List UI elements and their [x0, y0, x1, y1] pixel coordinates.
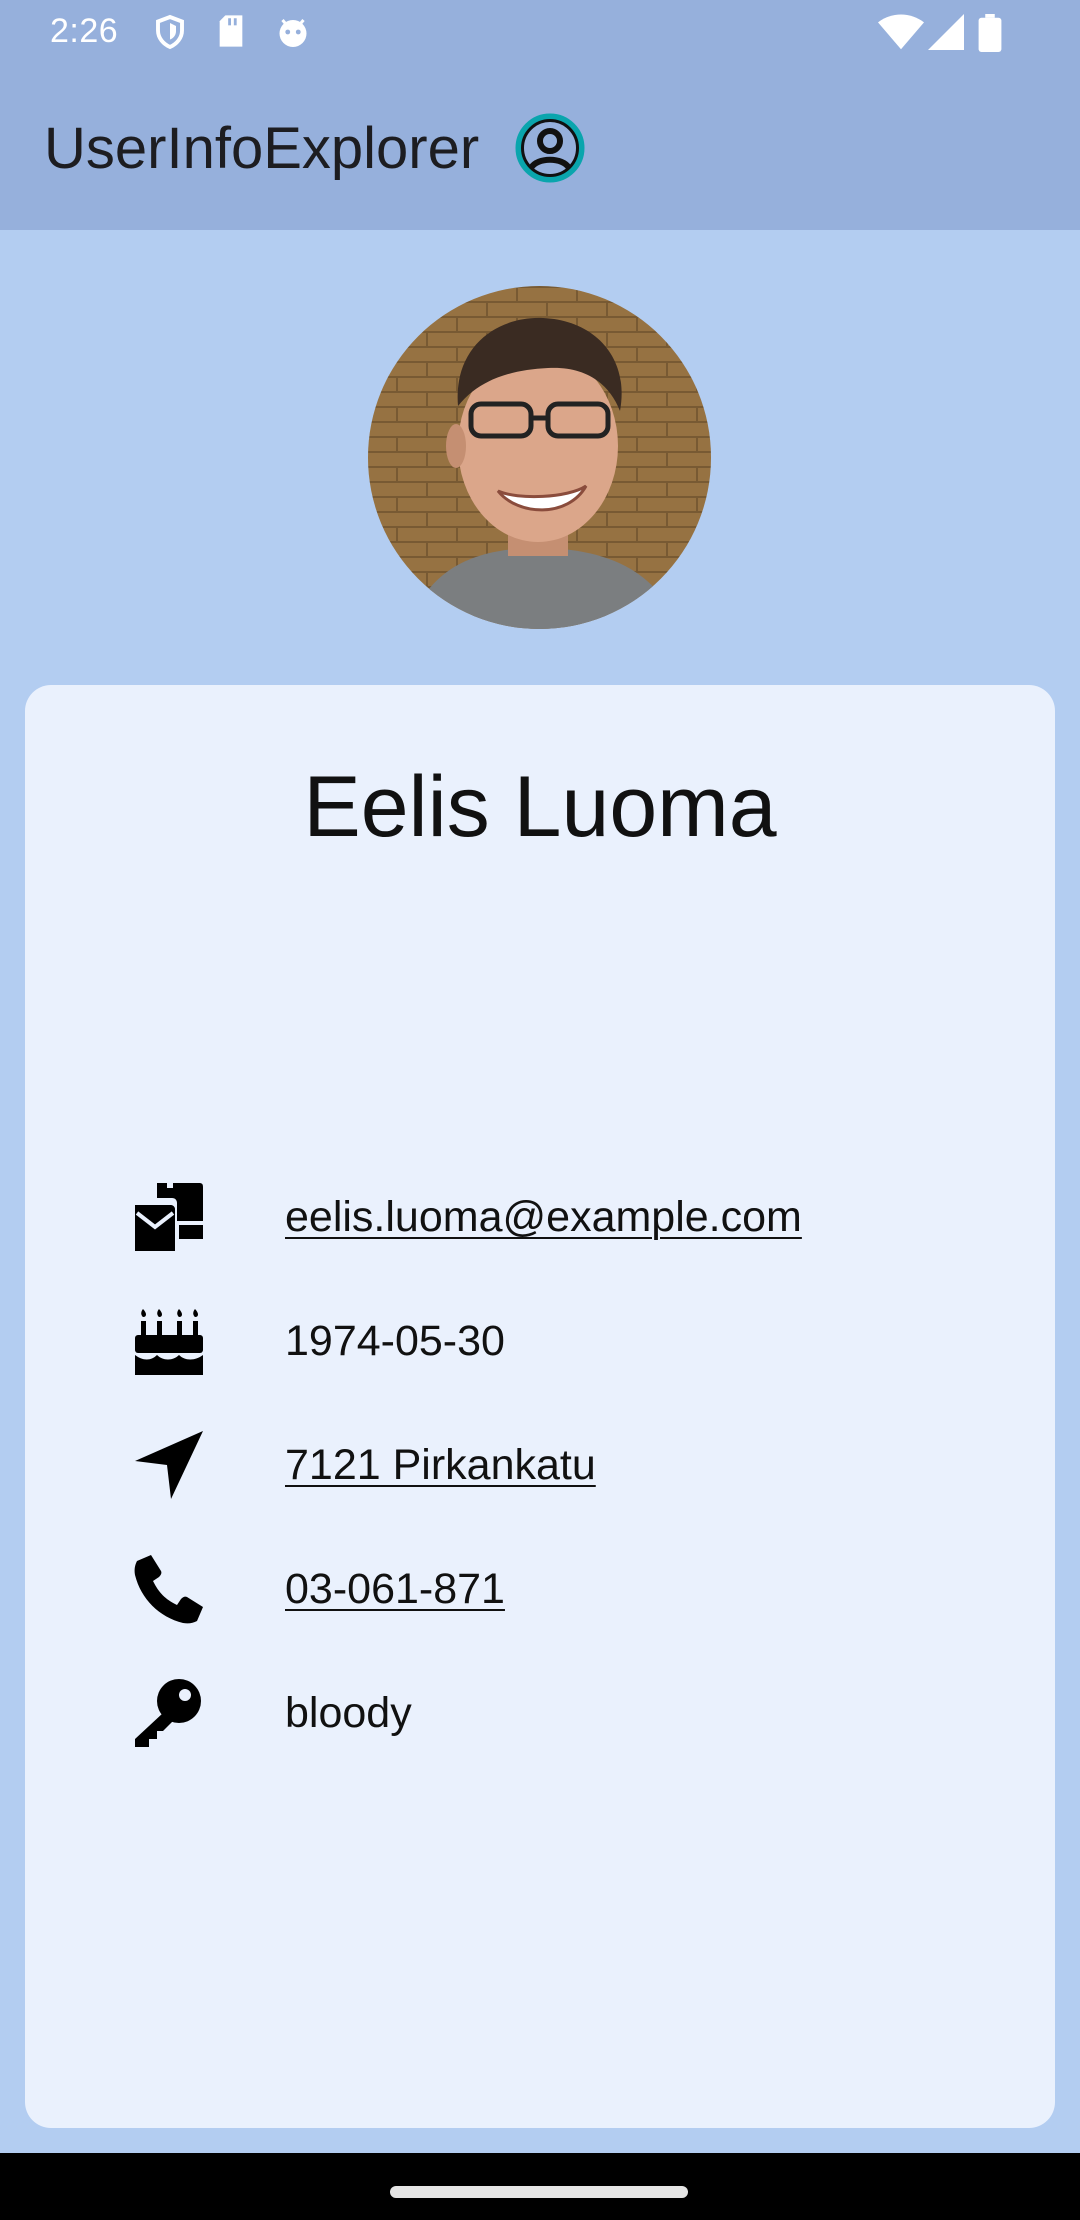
location-arrow-icon	[135, 1431, 203, 1499]
signal-icon	[928, 14, 964, 50]
birthday-cake-icon	[135, 1309, 203, 1375]
account-circle-icon	[515, 113, 585, 183]
mail-bulk-icon	[135, 1183, 203, 1251]
user-info-card: Eelis Luoma eelis.luoma@example.com 1974…	[25, 685, 1055, 2128]
shield-icon	[156, 14, 184, 50]
email-link[interactable]: eelis.luoma@example.com	[285, 1193, 802, 1242]
app-header: 2:26 UserInfoExplorer	[0, 0, 1080, 230]
address-link[interactable]: 7121 Pirkankatu	[285, 1441, 596, 1490]
sd-card-icon	[219, 15, 243, 47]
address-row[interactable]: 7121 Pirkankatu	[133, 1423, 993, 1503]
profile-photo	[368, 286, 711, 629]
phone-link[interactable]: 03-061-871	[285, 1565, 505, 1614]
android-debug-icon	[279, 19, 307, 47]
birthday-row: 1974-05-30	[133, 1299, 993, 1379]
app-title: UserInfoExplorer	[44, 116, 480, 181]
status-time: 2:26	[50, 12, 119, 50]
navigation-bar	[0, 2153, 1080, 2220]
phone-icon	[134, 1555, 203, 1624]
wifi-icon	[878, 14, 924, 50]
battery-icon	[978, 14, 1002, 52]
email-row[interactable]: eelis.luoma@example.com	[133, 1175, 993, 1255]
password-row: bloody	[133, 1671, 993, 1751]
status-bar: 2:26	[0, 0, 1080, 66]
key-icon	[135, 1679, 201, 1747]
birthday-text: 1974-05-30	[285, 1317, 505, 1365]
phone-row[interactable]: 03-061-871	[133, 1547, 993, 1627]
password-text: bloody	[285, 1689, 412, 1737]
home-gesture-handle[interactable]	[390, 2186, 688, 2198]
user-name: Eelis Luoma	[303, 759, 777, 855]
